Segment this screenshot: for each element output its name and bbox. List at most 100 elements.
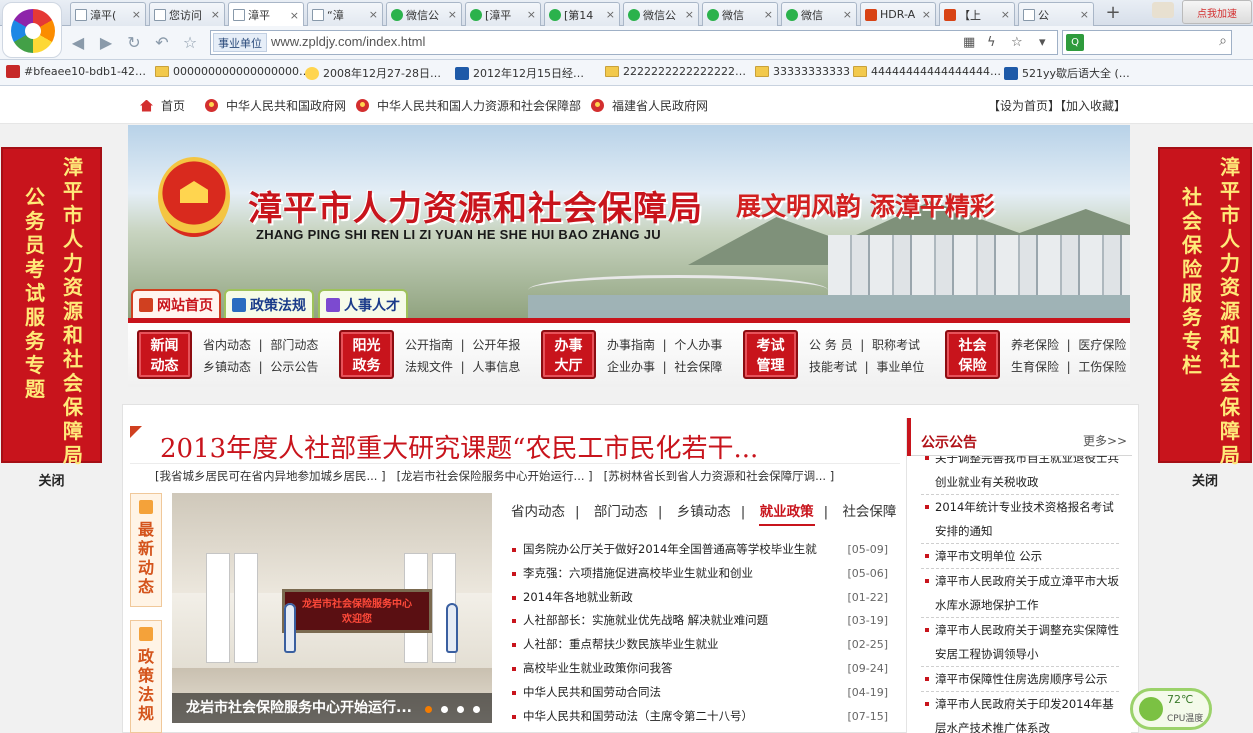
sub-headline-link[interactable]: [龙岩市社会保险服务中心开始运行... ]	[397, 469, 593, 483]
browser-tab[interactable]: [漳平 ×	[465, 2, 541, 26]
news-tab[interactable]: 社会保障	[841, 500, 897, 520]
notice-item[interactable]: 2014年统计专业技术资格报名考试安排的通知	[921, 495, 1119, 544]
category-link[interactable]: 社会保障	[674, 360, 722, 374]
browser-tab[interactable]: 公 ×	[1018, 2, 1094, 26]
browser-tab[interactable]: “漳 ×	[307, 2, 383, 26]
more-link[interactable]: 更多>>	[1083, 432, 1127, 449]
browser-logo[interactable]	[2, 2, 62, 58]
slider-dot[interactable]	[441, 706, 448, 713]
slider-dot[interactable]	[425, 706, 432, 713]
browser-tab[interactable]: 微信 ×	[781, 2, 857, 26]
set-home-links[interactable]: 【设为首页】【加入收藏】	[988, 97, 1126, 114]
search-icon[interactable]: ⌕	[1219, 33, 1227, 49]
right-float-banner[interactable]: 漳平市人力资源和社会保障局 社会保险服务专栏	[1158, 147, 1252, 467]
browser-tab[interactable]: 微信 ×	[702, 2, 778, 26]
home-link[interactable]: 首页	[140, 97, 185, 114]
browser-tab[interactable]: 漳平(×	[70, 2, 146, 26]
browser-tab[interactable]: 微信公 ×	[623, 2, 699, 26]
browser-tab[interactable]: 微信公 ×	[386, 2, 462, 26]
news-item[interactable]: 2014年各地就业新政 [01-22]	[510, 586, 888, 610]
news-item[interactable]: 高校毕业生就业政策你问我答 [09-24]	[510, 657, 888, 681]
category-badge[interactable]: 办事 大厅	[541, 330, 596, 379]
category-link[interactable]: 技能考试	[809, 360, 857, 374]
news-tab-active[interactable]: 就业政策	[758, 500, 815, 526]
search-input[interactable]: Q ⌕	[1062, 30, 1232, 55]
category-link[interactable]: 个人办事	[674, 338, 722, 352]
category-badge[interactable]: 考试 管理	[743, 330, 798, 379]
gov-link[interactable]: 中华人民共和国政府网	[205, 97, 346, 114]
category-link[interactable]: 办事指南	[607, 338, 655, 352]
undo-icon[interactable]: ↶	[150, 31, 174, 55]
lightning-icon[interactable]: ϟ	[987, 35, 996, 50]
side-tab-policy[interactable]: 政策法规	[130, 620, 162, 733]
bookmark-item[interactable]: #bfeaee10-bdb1-42…	[6, 65, 146, 78]
browser-tab[interactable]: 您访问 ×	[149, 2, 225, 26]
cpu-temp-widget[interactable]: 72℃ CPU温度	[1130, 688, 1212, 730]
close-tab-icon[interactable]: ×	[843, 8, 852, 21]
category-link[interactable]: 公开年报	[472, 338, 520, 352]
close-tab-icon[interactable]: ×	[132, 8, 141, 21]
category-link[interactable]: 医疗保险	[1078, 338, 1126, 352]
category-link[interactable]: 公 务 员	[809, 338, 853, 352]
news-tab[interactable]: 省内动态	[510, 500, 566, 520]
category-link[interactable]: 生育保险	[1011, 360, 1059, 374]
close-tab-icon[interactable]: ×	[685, 8, 694, 21]
star-icon[interactable]: ☆	[1011, 35, 1023, 50]
close-right-banner-button[interactable]: 关闭	[1158, 470, 1252, 489]
close-tab-icon[interactable]: ×	[211, 8, 220, 21]
bookmark-item[interactable]: 000000000000000000…	[155, 65, 310, 78]
category-link[interactable]: 事业单位	[876, 360, 924, 374]
notice-item[interactable]: 漳平市文明单位 公示	[921, 544, 1119, 569]
close-tab-icon[interactable]: ×	[1080, 8, 1089, 21]
notice-item[interactable]: 漳平市人民政府关于印发2014年基层水产技术推广体系改	[921, 692, 1119, 733]
news-item[interactable]: 人社部部长：实施就业优先战略 解决就业难问题 [03-19]	[510, 609, 888, 633]
url-text[interactable]: www.zpldjy.com/index.html	[271, 34, 425, 49]
notice-item[interactable]: 漳平市保障性住房选房顺序号公示	[921, 667, 1119, 692]
news-item[interactable]: 国务院办公厅关于做好2014年全国普通高等学校毕业生就 [05-09]	[510, 538, 888, 562]
left-float-banner[interactable]: 漳平市人力资源和社会保障局 公务员考试服务专题	[1, 147, 102, 467]
image-slider[interactable]: 龙岩市社会保险服务中心 欢迎您 龙岩市社会保险服务中心开始运行...	[172, 493, 492, 723]
new-tab-button[interactable]: +	[1098, 2, 1128, 26]
news-item[interactable]: 中华人民共和国劳动法（主席令第二十八号） [07-15]	[510, 705, 888, 729]
side-tab-latest[interactable]: 最新动态	[130, 493, 162, 607]
bookmark-item[interactable]: 521yy歇后语大全 (…	[1004, 65, 1130, 81]
category-link[interactable]: 公示公告	[270, 360, 318, 374]
news-item[interactable]: 人社部：重点帮扶少数民族毕业生就业 [02-25]	[510, 633, 888, 657]
skin-icon[interactable]	[1152, 2, 1174, 18]
browser-tab[interactable]: 【上 ×	[939, 2, 1015, 26]
slider-dot[interactable]	[457, 706, 464, 713]
mohrss-link[interactable]: 中华人民共和国人力资源和社会保障部	[356, 97, 581, 114]
browser-tab[interactable]: HDR-A ×	[860, 2, 936, 26]
category-link[interactable]: 养老保险	[1011, 338, 1059, 352]
headline-link[interactable]: 2013年度人社部重大研究课题“农民工市民化若干...	[160, 428, 758, 465]
category-badge[interactable]: 社会 保险	[945, 330, 1000, 379]
close-tab-icon[interactable]: ×	[369, 8, 378, 21]
bookmark-item[interactable]: 2222222222222222…	[605, 65, 746, 78]
bookmark-item[interactable]: 2008年12月27-28日…	[305, 65, 441, 81]
close-tab-icon[interactable]: ×	[764, 8, 773, 21]
bookmark-item[interactable]: 2012年12月15日经…	[455, 65, 584, 81]
category-link[interactable]: 法规文件	[405, 360, 453, 374]
sub-headline-link[interactable]: [我省城乡居民可在省内异地参加城乡居民... ]	[155, 469, 386, 483]
fujian-gov-link[interactable]: 福建省人民政府网	[591, 97, 708, 114]
notice-item[interactable]: 关于调整完善我市自主就业退役士兵创业就业有关税收政	[921, 456, 1119, 495]
search-engine-icon[interactable]: Q	[1066, 34, 1084, 51]
sub-headline-link[interactable]: [苏树林省长到省人力资源和社会保障厅调... ]	[604, 469, 835, 483]
url-input[interactable]: 事业单位 www.zpldjy.com/index.html ▦ ϟ ☆ ▾	[210, 30, 1058, 55]
news-item[interactable]: 中华人民共和国劳动合同法 [04-19]	[510, 681, 888, 705]
category-badge[interactable]: 新闻 动态	[137, 330, 192, 379]
close-tab-icon[interactable]: ×	[922, 8, 931, 21]
slider-dot[interactable]	[473, 706, 480, 713]
category-link[interactable]: 省内动态	[203, 338, 251, 352]
close-tab-icon[interactable]: ×	[606, 8, 615, 21]
tab-home[interactable]: 网站首页	[131, 289, 221, 319]
bookmark-item[interactable]: 33333333333	[755, 65, 850, 78]
refresh-icon[interactable]: ↻	[122, 31, 146, 55]
category-link[interactable]: 企业办事	[607, 360, 655, 374]
category-link[interactable]: 公开指南	[405, 338, 453, 352]
category-link[interactable]: 乡镇动态	[203, 360, 251, 374]
dropdown-icon[interactable]: ▾	[1039, 35, 1046, 50]
tab-policy[interactable]: 政策法规	[224, 289, 314, 319]
close-tab-icon[interactable]: ×	[448, 8, 457, 21]
notice-item[interactable]: 漳平市人民政府关于调整充实保障性安居工程协调领导小	[921, 618, 1119, 667]
